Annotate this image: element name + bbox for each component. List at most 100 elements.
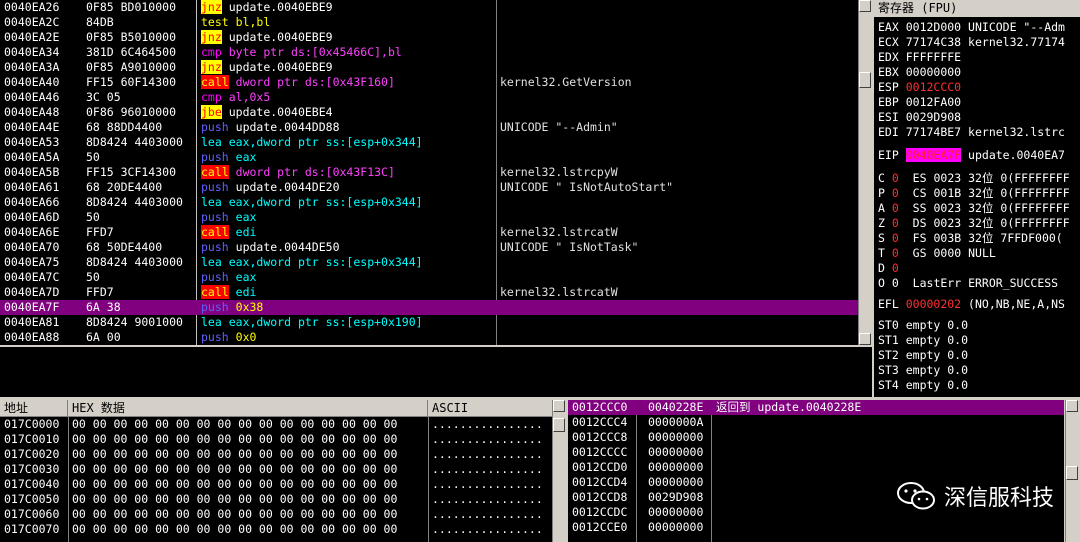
dump-pane[interactable]: 017C0000 00 00 00 00 00 00 00 00 00 00 00… xyxy=(0,417,552,542)
fpu-row[interactable]: ST2 empty 0.0 xyxy=(874,348,1080,363)
flag-value[interactable]: 0 xyxy=(892,216,899,230)
dump-row[interactable]: 017C0020 00 00 00 00 00 00 00 00 00 00 00… xyxy=(0,447,552,462)
disasm-row[interactable]: 0040EA61 68 20DE4400 push update.0044DE20 U… xyxy=(0,180,858,195)
disasm-row[interactable]: 0040EA81 8D8424 9001000 lea eax,dword ptr … xyxy=(0,315,858,330)
disasm-row[interactable]: 0040EA34 381D 6C464500 cmp byte ptr ds:[0x… xyxy=(0,45,858,60)
register-row[interactable]: EBP 0012FA00 xyxy=(874,95,1080,110)
disasm-row[interactable]: 0040EA6D 50 push eax xyxy=(0,210,858,225)
flag-value[interactable]: 0 xyxy=(892,201,899,215)
fpu-row[interactable]: ST1 empty 0.0 xyxy=(874,333,1080,348)
scroll-up-button[interactable] xyxy=(1066,400,1078,412)
flag-row[interactable]: Z 0 DS 0023 32位 0(FFFFFFFF xyxy=(874,216,1080,231)
stack-row[interactable]: 0012CCD0 00000000 xyxy=(568,460,1064,475)
register-row[interactable]: ESI 0029D908 xyxy=(874,110,1080,125)
disasm-row[interactable]: 0040EA4E 68 88DD4400 push update.0044DD88 U… xyxy=(0,120,858,135)
register-row[interactable]: EIP 0040EA7F update.0040EA7 xyxy=(874,148,1080,163)
stack-scrollbar[interactable] xyxy=(1065,400,1078,542)
disasm-row[interactable]: 0040EA53 8D8424 4403000 lea eax,dword ptr … xyxy=(0,135,858,150)
dump-row[interactable]: 017C0070 00 00 00 00 00 00 00 00 00 00 00… xyxy=(0,522,552,537)
flag-value[interactable]: 0 xyxy=(892,246,899,260)
flag-row[interactable]: A 0 SS 0023 32位 0(FFFFFFFF xyxy=(874,201,1080,216)
stack-row[interactable]: 0012CCC8 00000000 xyxy=(568,430,1064,445)
scroll-thumb[interactable] xyxy=(859,72,871,88)
fpu-row[interactable]: ST4 empty 0.0 xyxy=(874,378,1080,393)
disasm-row[interactable]: 0040EA3A 0F85 A9010000 jnz update.0040EBE9 xyxy=(0,60,858,75)
disassembly-scrollbar[interactable] xyxy=(858,0,871,345)
disasm-row[interactable]: 0040EA70 68 50DE4400 push update.0044DE50 U… xyxy=(0,240,858,255)
register-row[interactable]: EFL 00000202 (NO,NB,NE,A,NS xyxy=(874,297,1080,312)
disasm-row[interactable]: 0040EA5B FF15 3CF14300 call dword ptr ds:[… xyxy=(0,165,858,180)
stack-row[interactable]: 0012CCC0 0040228E 返回到 update.0040228E xyxy=(568,400,1064,415)
dump-scrollbar[interactable] xyxy=(552,400,565,542)
disasm-row[interactable]: 0040EA7D FFD7 call edi kernel32.lstrcatW xyxy=(0,285,858,300)
register-row[interactable]: EDI 77174BE7 kernel32.lstrc xyxy=(874,125,1080,140)
dump-row[interactable]: 017C0030 00 00 00 00 00 00 00 00 00 00 00… xyxy=(0,462,552,477)
register-value[interactable]: FFFFFFFE xyxy=(906,50,961,64)
dump-row[interactable]: 017C0000 00 00 00 00 00 00 00 00 00 00 00… xyxy=(0,417,552,432)
dump-row[interactable]: 017C0060 00 00 00 00 00 00 00 00 00 00 00… xyxy=(0,507,552,522)
register-value[interactable]: 0012D000 xyxy=(906,20,961,34)
dump-row[interactable]: 017C0010 00 00 00 00 00 00 00 00 00 00 00… xyxy=(0,432,552,447)
scroll-up-button[interactable] xyxy=(553,400,565,412)
register-row[interactable]: EAX 0012D000 UNICODE "--Adm xyxy=(874,20,1080,35)
stack-pane[interactable]: 0012CCC0 0040228E 返回到 update.0040228E 0012C… xyxy=(568,400,1064,542)
stack-row[interactable]: 0012CCCC 00000000 xyxy=(568,445,1064,460)
flag-row[interactable]: S 0 FS 003B 32位 7FFDF000( xyxy=(874,231,1080,246)
flag-value[interactable]: 0 xyxy=(892,261,899,275)
stack-row[interactable]: 0012CCE0 00000000 xyxy=(568,520,1064,535)
disasm-row[interactable]: 0040EA48 0F86 96010000 jbe update.0040EBE4 xyxy=(0,105,858,120)
fpu-value: empty 0.0 xyxy=(905,363,969,377)
scroll-thumb[interactable] xyxy=(553,418,565,432)
scroll-up-button[interactable] xyxy=(859,0,871,12)
dump-row[interactable]: 017C0050 00 00 00 00 00 00 00 00 00 00 00… xyxy=(0,492,552,507)
wechat-icon xyxy=(896,481,936,511)
instruction-comment: UNICODE "--Admin" xyxy=(500,120,618,134)
register-value[interactable]: 77174C38 xyxy=(906,35,961,49)
register-value[interactable]: 0029D908 xyxy=(906,110,961,124)
register-value[interactable]: 0012CCC0 xyxy=(906,80,961,94)
scroll-down-button[interactable] xyxy=(859,333,871,345)
dump-row[interactable]: 017C0040 00 00 00 00 00 00 00 00 00 00 00… xyxy=(0,477,552,492)
flag-value[interactable]: 0 xyxy=(892,231,899,245)
dump-header-addr[interactable]: 地址 xyxy=(0,400,68,417)
register-value[interactable]: 00000202 xyxy=(906,297,961,311)
flag-row[interactable]: C 0 ES 0023 32位 0(FFFFFFFF xyxy=(874,171,1080,186)
register-row[interactable]: EDX FFFFFFFE xyxy=(874,50,1080,65)
registers-pane[interactable]: 寄存器 (FPU) EAX 0012D000 UNICODE "--Adm ECX… xyxy=(874,0,1080,397)
disassembly-pane[interactable]: 0040EA26 0F85 BD010000 jnz update.0040EBE9… xyxy=(0,0,858,345)
flag-row[interactable]: P 0 CS 001B 32位 0(FFFFFFFF xyxy=(874,186,1080,201)
dump-header-ascii[interactable]: ASCII xyxy=(428,400,552,417)
disasm-row[interactable]: 0040EA26 0F85 BD010000 jnz update.0040EBE9 xyxy=(0,0,858,15)
register-row[interactable]: EBX 00000000 xyxy=(874,65,1080,80)
register-row[interactable]: ESP 0012CCC0 xyxy=(874,80,1080,95)
register-row[interactable]: ECX 77174C38 kernel32.77174 xyxy=(874,35,1080,50)
disasm-row[interactable]: 0040EA7F 6A 38 push 0x38 xyxy=(0,300,858,315)
register-value[interactable]: 00000000 xyxy=(906,65,961,79)
scroll-thumb[interactable] xyxy=(1066,466,1078,480)
disasm-row[interactable]: 0040EA40 FF15 60F14300 call dword ptr ds:[… xyxy=(0,75,858,90)
flag-row[interactable]: T 0 GS 0000 NULL xyxy=(874,246,1080,261)
mnemonic: push xyxy=(201,180,229,194)
flag-value[interactable]: 0 xyxy=(892,186,899,200)
disasm-row[interactable]: 0040EA75 8D8424 4403000 lea eax,dword ptr … xyxy=(0,255,858,270)
flag-value[interactable]: 0 xyxy=(892,171,899,185)
disasm-row[interactable]: 0040EA46 3C 05 cmp al,0x5 xyxy=(0,90,858,105)
disasm-row[interactable]: 0040EA2C 84DB test bl,bl xyxy=(0,15,858,30)
dump-ascii: ................ xyxy=(432,417,543,431)
disasm-row[interactable]: 0040EA66 8D8424 4403000 lea eax,dword ptr … xyxy=(0,195,858,210)
disasm-row[interactable]: 0040EA7C 50 push eax xyxy=(0,270,858,285)
disasm-row[interactable]: 0040EA88 6A 00 push 0x0 xyxy=(0,330,858,345)
disasm-row[interactable]: 0040EA5A 50 push eax xyxy=(0,150,858,165)
dump-header-hex[interactable]: HEX 数据 xyxy=(68,400,428,417)
flag-row[interactable]: D 0 xyxy=(874,261,1080,276)
disasm-row[interactable]: 0040EA6E FFD7 call edi kernel32.lstrcatW xyxy=(0,225,858,240)
register-value[interactable]: 0040EA7F xyxy=(905,148,962,162)
register-value[interactable]: 0012FA00 xyxy=(906,95,961,109)
instruction-text: push 0x0 xyxy=(201,330,256,345)
fpu-row[interactable]: ST0 empty 0.0 xyxy=(874,318,1080,333)
stack-row[interactable]: 0012CCC4 0000000A xyxy=(568,415,1064,430)
dump-hex: 00 00 00 00 00 00 00 00 00 00 00 00 00 0… xyxy=(72,417,398,431)
fpu-row[interactable]: ST3 empty 0.0 xyxy=(874,363,1080,378)
disasm-row[interactable]: 0040EA2E 0F85 B5010000 jnz update.0040EBE9 xyxy=(0,30,858,45)
register-value[interactable]: 77174BE7 xyxy=(906,125,961,139)
